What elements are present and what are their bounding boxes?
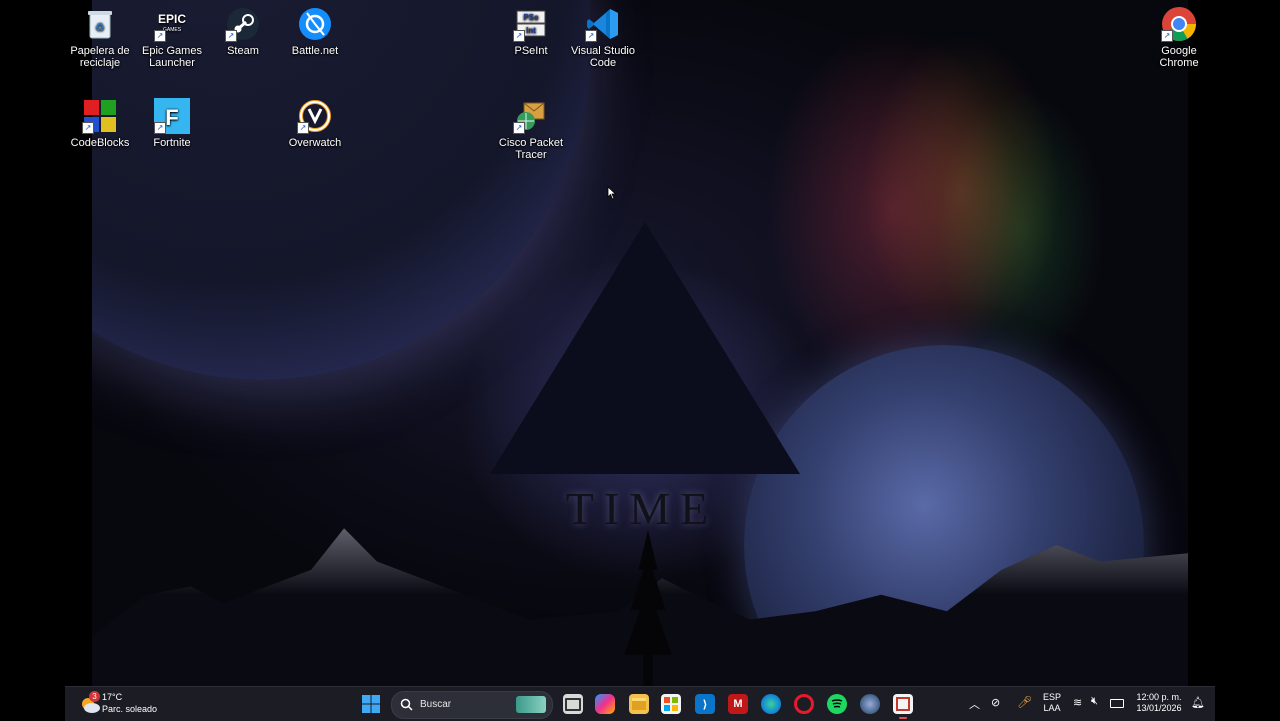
wifi-icon[interactable]: ≋ (1073, 696, 1082, 709)
chrome-icon: ↗ (1161, 6, 1197, 42)
shortcut-arrow-icon: ↗ (513, 122, 525, 134)
language-indicator[interactable]: ESP LAA (1041, 692, 1063, 714)
shortcut-arrow-icon: ↗ (1161, 30, 1173, 42)
search-placeholder: Buscar (420, 699, 452, 710)
file-explorer-button[interactable] (629, 694, 649, 714)
windows-icon (362, 695, 380, 713)
desktop-icon-recycle-bin[interactable]: ♻ Papelera de reciclaje (64, 2, 136, 69)
codeblocks-icon: ↗ (82, 98, 118, 134)
desktop-icon-battlenet[interactable]: Battle.net (279, 2, 351, 57)
clock[interactable]: 12:00 p. m. 13/01/2026 (1131, 692, 1187, 714)
shortcut-arrow-icon: ↗ (225, 30, 237, 42)
folder-icon (632, 698, 646, 710)
svg-text:Int: Int (526, 26, 536, 35)
opera-button[interactable] (794, 694, 814, 714)
battery-icon[interactable] (1110, 699, 1124, 708)
desktop-icon-fortnite[interactable]: F ↗ Fortnite (136, 94, 208, 149)
recycle-bin-icon: ♻ (82, 6, 118, 42)
shortcut-arrow-icon: ↗ (154, 30, 166, 42)
active-app-indicator (899, 717, 907, 719)
weather-condition: Parc. soleado (102, 704, 158, 714)
vscode-taskbar-icon: ⟩ (702, 698, 708, 711)
desktop-icon-cisco-packet-tracer[interactable]: ↗ Cisco Packet Tracer (495, 94, 567, 161)
pseint-icon: PSe Int ↗ (513, 6, 549, 42)
microphone-icon[interactable]: 🎤︎ (1017, 695, 1032, 709)
desktop-icon-vscode[interactable]: ↗ Visual Studio Code (567, 2, 639, 69)
desktop-icon-codeblocks[interactable]: ↗ CodeBlocks (64, 94, 136, 149)
keyboard-layout: LAA (1043, 703, 1061, 713)
desktop-wallpaper: TIME (92, 0, 1188, 686)
mouse-cursor-icon (607, 186, 617, 200)
svg-text:PSe: PSe (523, 13, 539, 22)
steam-icon: ↗ (225, 6, 261, 42)
network-app-button[interactable] (860, 694, 880, 714)
epic-games-icon: EPIC GAMES ↗ (154, 6, 190, 42)
svg-text:♻: ♻ (95, 22, 105, 34)
spotify-button[interactable] (827, 694, 847, 714)
copilot-button[interactable] (595, 694, 615, 714)
desktop-icon-chrome[interactable]: ↗ Google Chrome (1143, 2, 1215, 69)
desktop-icon-steam[interactable]: ↗ Steam (207, 2, 279, 57)
shortcut-arrow-icon: ↗ (513, 30, 525, 42)
search-icon (400, 698, 413, 711)
overwatch-icon: ↗ (297, 98, 333, 134)
spotify-icon (831, 699, 843, 708)
volume-muted-icon[interactable]: 🔇︎ (1091, 695, 1098, 708)
snipping-tool-button[interactable] (893, 694, 913, 714)
vscode-icon: ↗ (585, 6, 621, 42)
battlenet-icon (297, 6, 333, 42)
shortcut-arrow-icon: ↗ (82, 122, 94, 134)
store-icon (664, 697, 678, 711)
wallpaper-text: TIME (565, 483, 719, 534)
microsoft-store-button[interactable] (661, 694, 681, 714)
clock-time: 12:00 p. m. (1136, 692, 1182, 702)
clock-date: 13/01/2026 (1136, 703, 1182, 713)
fortnite-icon: F ↗ (154, 98, 190, 134)
desktop-icon-epic-games[interactable]: EPIC GAMES ↗ Epic Games Launcher (136, 2, 208, 69)
shortcut-arrow-icon: ↗ (154, 122, 166, 134)
search-highlight-icon (516, 696, 546, 713)
mcafee-icon: M (733, 698, 743, 710)
show-hidden-icons-chevron-icon[interactable]: ︿ (969, 696, 980, 712)
taskbar-search-box[interactable]: Buscar (391, 691, 553, 719)
taskbar: 3 17°C Parc. soleado Buscar ⟩ M ︿ ⊘ 🎤︎ E… (65, 686, 1215, 721)
shortcut-arrow-icon: ↗ (297, 122, 309, 134)
notification-bell-icon[interactable]: 🔔︎ (1191, 696, 1205, 709)
snipping-tool-icon (896, 697, 910, 711)
language-code: ESP (1042, 692, 1061, 702)
task-view-icon (565, 697, 581, 711)
desktop-icon-pseint[interactable]: PSe Int ↗ PSe Int (495, 2, 567, 57)
desktop-icon-overwatch[interactable]: ↗ Overwatch (279, 94, 351, 149)
wallpaper-triangle (490, 222, 800, 474)
cisco-packet-tracer-icon: ↗ (513, 98, 549, 134)
start-button[interactable] (361, 694, 381, 714)
weather-badge: 3 (89, 691, 100, 702)
weather-widget[interactable]: 3 17°C Parc. soleado (77, 689, 197, 719)
vscode-taskbar-button[interactable]: ⟩ (695, 694, 715, 714)
shortcut-arrow-icon: ↗ (585, 30, 597, 42)
svg-text:EPIC: EPIC (158, 12, 186, 26)
svg-text:F: F (165, 105, 178, 130)
mcafee-button[interactable]: M (728, 694, 748, 714)
edge-button[interactable] (761, 694, 781, 714)
notifications-off-icon[interactable]: ⊘ (991, 696, 1000, 709)
task-view-button[interactable] (563, 694, 583, 714)
weather-temperature: 17°C (102, 692, 123, 702)
